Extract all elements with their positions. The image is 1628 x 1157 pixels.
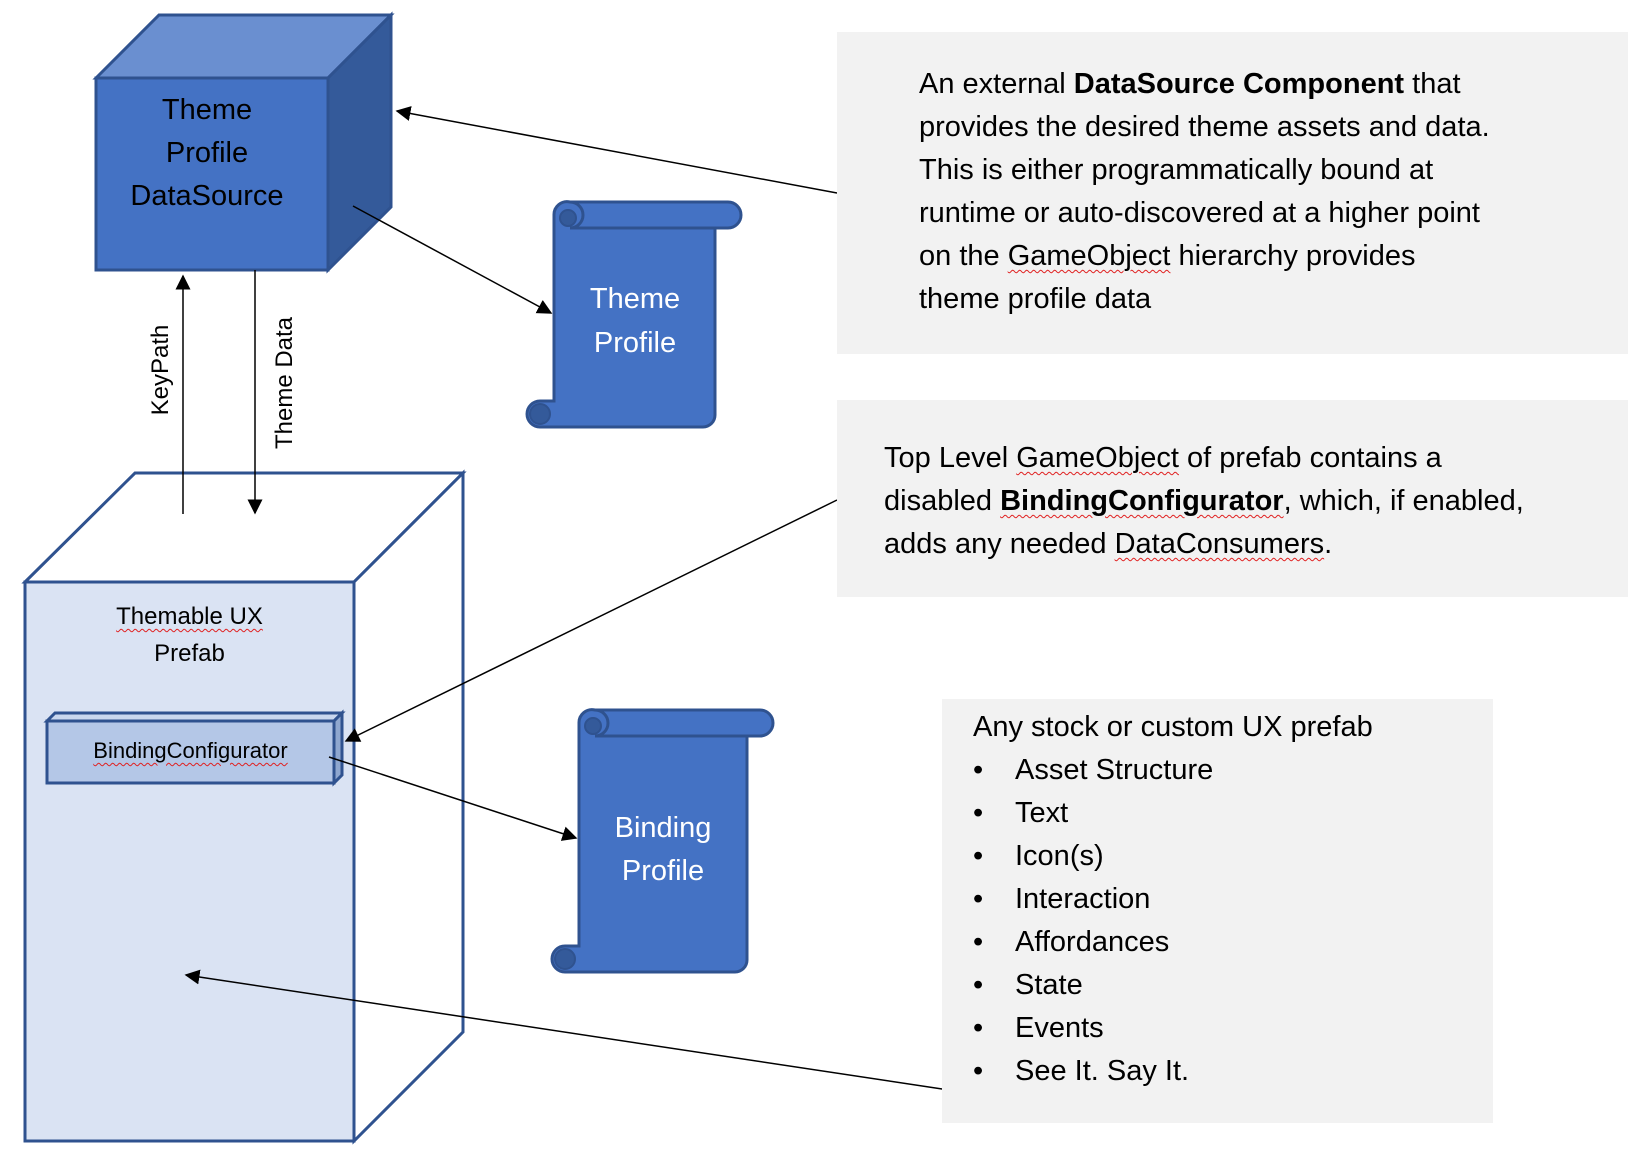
bullet-icon: •	[973, 969, 984, 1001]
bullet-icon: •	[973, 1012, 984, 1044]
theme-profile-label-line2: Profile	[594, 327, 676, 359]
prefab-note-heading: Any stock or custom UX prefab	[973, 711, 1373, 743]
list-item: • Icon(s)	[973, 835, 1483, 878]
prefab-note: Any stock or custom UX prefab • Asset Str…	[942, 699, 1493, 1123]
datasource-note-line1: An external DataSource Component that	[919, 68, 1461, 100]
datasource-label-line2: Profile	[166, 137, 248, 169]
list-item: • Events	[973, 1007, 1483, 1050]
datasource-note-line3: This is either programmatically bound at	[919, 154, 1434, 186]
binding-configurator-text: BindingConfigurator	[93, 738, 288, 763]
prefab-title-squiggle-word: Themable UX	[116, 603, 263, 630]
theme-profile-label-line1: Theme	[590, 283, 680, 315]
bullet-icon: •	[973, 926, 984, 958]
configurator-note-line1: Top Level GameObject of prefab contains …	[884, 442, 1442, 474]
binding-configurator-label: BindingConfigurator	[47, 736, 334, 766]
configurator-note-line3: adds any needed DataConsumers.	[884, 528, 1333, 560]
binding-profile-label-line1: Binding	[615, 812, 712, 844]
bullet-icon: •	[973, 1055, 984, 1087]
bullet-icon: •	[973, 840, 984, 872]
bullet-icon: •	[973, 883, 984, 915]
themable-prefab-cube	[21, 469, 467, 1145]
list-item: • Text	[973, 792, 1483, 835]
bullet-icon: •	[973, 754, 984, 786]
list-item: • State	[973, 964, 1483, 1007]
datasource-note-line5: on the GameObject hierarchy provides	[919, 240, 1416, 272]
list-item: • Asset Structure	[973, 749, 1483, 792]
datasource-note-line2: provides the desired theme assets and da…	[919, 111, 1490, 143]
bullet-icon: •	[973, 797, 984, 829]
datasource-note-line4: runtime or auto-discovered at a higher p…	[919, 197, 1480, 229]
configurator-note: Top Level GameObject of prefab contains …	[837, 400, 1628, 597]
datasource-to-theme-profile-arrow	[352, 205, 553, 314]
configurator-note-line2: disabled BindingConfigurator, which, if …	[884, 485, 1524, 517]
datasource-label-line3: DataSource	[130, 180, 283, 212]
prefab-feature-list: • Asset Structure • Text • Icon(s) • Interac…	[973, 749, 1483, 1093]
list-item: • Affordances	[973, 921, 1483, 964]
datasource-note-line6: theme profile data	[919, 283, 1152, 315]
binding-profile-label-line2: Profile	[622, 855, 704, 887]
note-to-datasource-arrow	[395, 106, 838, 194]
prefab-title: Themable UX Prefab	[25, 598, 354, 672]
theme-data-label: Theme Data	[271, 316, 298, 449]
datasource-note: An external DataSource Component that pr…	[837, 32, 1628, 354]
prefab-cube-side	[352, 469, 465, 1145]
keypath-label: KeyPath	[147, 325, 174, 416]
list-item: • See It. Say It.	[973, 1050, 1483, 1093]
prefab-title-line2: Prefab	[154, 640, 225, 667]
list-item: • Interaction	[973, 878, 1483, 921]
datasource-label-line1: Theme	[162, 94, 252, 126]
